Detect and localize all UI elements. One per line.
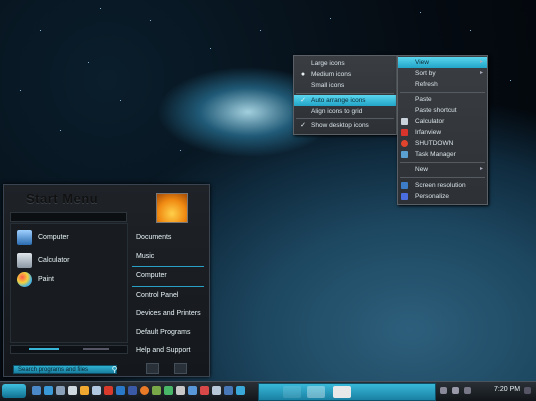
taskbar-app-button-active[interactable] <box>307 386 325 398</box>
shutdown-options-button[interactable] <box>174 363 187 374</box>
chevron-right-icon: ▸ <box>479 166 483 172</box>
explorer-icon[interactable] <box>32 386 41 395</box>
link-help-and-support[interactable]: Help and Support <box>132 342 204 361</box>
desktop-context-menu: View ▸ Sort by ▸ Refresh Paste Paste short… <box>397 55 488 205</box>
app-icon[interactable] <box>164 386 173 395</box>
link-documents[interactable]: Documents <box>132 229 204 248</box>
menu-separator <box>400 177 485 178</box>
menu-item-show-desktop-icons[interactable]: ✓ Show desktop icons <box>294 120 396 131</box>
menu-item-sort-by[interactable]: Sort by ▸ <box>398 68 487 79</box>
network-icon[interactable] <box>440 387 447 394</box>
taskbar-app-button[interactable] <box>333 386 351 398</box>
menu-item-medium-icons[interactable]: ● Medium icons <box>294 69 396 80</box>
taskbar-running-apps <box>258 383 436 401</box>
menu-item-shutdown[interactable]: SHUTDOWN <box>398 138 487 149</box>
menu-item-large-icons[interactable]: Large icons <box>294 58 396 69</box>
monitor-icon <box>401 182 408 189</box>
app-icon[interactable] <box>128 386 137 395</box>
chevron-right-icon: ▸ <box>479 70 483 76</box>
menu-separator <box>400 92 485 93</box>
menu-item-refresh[interactable]: Refresh <box>398 79 487 90</box>
pinned-app-label: Computer <box>38 233 69 241</box>
app-icon[interactable] <box>188 386 197 395</box>
tray-icon[interactable] <box>464 387 471 394</box>
pinned-app-computer[interactable]: Computer <box>17 228 69 246</box>
menu-item-small-icons[interactable]: Small icons <box>294 80 396 91</box>
app-icon[interactable] <box>176 386 185 395</box>
app-icon[interactable] <box>152 386 161 395</box>
menu-item-new[interactable]: New ▸ <box>398 164 487 175</box>
menu-item-paste-shortcut[interactable]: Paste shortcut <box>398 105 487 116</box>
start-menu-title: Start Menu <box>26 191 99 206</box>
menu-item-personalize[interactable]: Personalize <box>398 191 487 202</box>
start-button[interactable] <box>2 384 26 398</box>
chevron-right-icon: ▸ <box>479 59 483 65</box>
app-icon[interactable] <box>116 386 125 395</box>
link-computer[interactable]: Computer <box>132 267 204 287</box>
calculator-icon <box>401 118 408 125</box>
power-icon <box>401 140 408 147</box>
app-icon[interactable] <box>68 386 77 395</box>
app-icon[interactable] <box>236 386 245 395</box>
link-music[interactable]: Music <box>132 248 204 267</box>
task-manager-icon <box>401 151 408 158</box>
link-control-panel[interactable]: Control Panel <box>132 287 204 306</box>
taskbar-app-button[interactable] <box>283 386 301 398</box>
menu-item-task-manager[interactable]: Task Manager <box>398 149 487 160</box>
shutdown-button[interactable] <box>146 363 159 374</box>
taskbar-clock[interactable]: 7:20 PM <box>494 386 520 393</box>
start-menu-header-bar <box>10 212 127 222</box>
taskbar: 7:20 PM <box>0 381 536 401</box>
app-icon[interactable] <box>212 386 221 395</box>
app-icon[interactable] <box>104 386 113 395</box>
desktop-icon[interactable] <box>44 386 53 395</box>
checkmark-icon: ✓ <box>300 122 306 129</box>
slider-track-segment <box>83 348 109 350</box>
app-icon[interactable] <box>92 386 101 395</box>
menu-item-view[interactable]: View ▸ <box>398 57 487 68</box>
menu-item-irfanview[interactable]: Irfanview <box>398 127 487 138</box>
pinned-app-label: Calculator <box>38 256 70 264</box>
calculator-icon <box>17 252 32 268</box>
menu-item-auto-arrange[interactable]: ✓ Auto arrange icons <box>294 95 396 106</box>
window-icon[interactable] <box>56 386 65 395</box>
checkmark-icon: ✓ <box>300 97 306 104</box>
volume-icon[interactable] <box>452 387 459 394</box>
pinned-app-label: Paint <box>38 275 54 283</box>
menu-item-screen-resolution[interactable]: Screen resolution <box>398 180 487 191</box>
start-menu-links: Documents Music Computer Control Panel D… <box>132 229 204 361</box>
user-picture[interactable] <box>156 193 188 223</box>
computer-icon <box>17 229 32 245</box>
slider-knob <box>29 348 59 350</box>
app-icon[interactable] <box>224 386 233 395</box>
pinned-app-calculator[interactable]: Calculator <box>17 251 70 269</box>
search-icon[interactable]: ⚲ <box>110 365 119 374</box>
link-devices-and-printers[interactable]: Devices and Printers <box>132 305 204 324</box>
menu-item-calculator[interactable]: Calculator <box>398 116 487 127</box>
start-menu: Start Menu Computer Calculator Paint Sea… <box>3 184 210 377</box>
link-default-programs[interactable]: Default Programs <box>132 324 204 343</box>
menu-item-paste[interactable]: Paste <box>398 94 487 105</box>
firefox-icon[interactable] <box>140 386 149 395</box>
paint-icon <box>17 271 32 287</box>
menu-separator <box>400 162 485 163</box>
radio-dot-icon: ● <box>300 71 306 78</box>
pinned-apps-panel: Computer Calculator Paint <box>10 223 128 343</box>
all-programs-slider[interactable] <box>10 345 128 354</box>
menu-item-align-to-grid[interactable]: Align icons to grid <box>294 106 396 117</box>
folder-icon[interactable] <box>80 386 89 395</box>
irfanview-icon <box>401 129 408 136</box>
search-input[interactable]: Search programs and files <box>13 365 117 374</box>
menu-separator <box>296 93 394 94</box>
view-submenu: Large icons ● Medium icons Small icons ✓ A… <box>293 55 397 135</box>
menu-separator <box>296 118 394 119</box>
show-desktop-button[interactable] <box>524 387 531 394</box>
personalize-icon <box>401 193 408 200</box>
pinned-app-paint[interactable]: Paint <box>17 270 54 288</box>
app-icon[interactable] <box>200 386 209 395</box>
